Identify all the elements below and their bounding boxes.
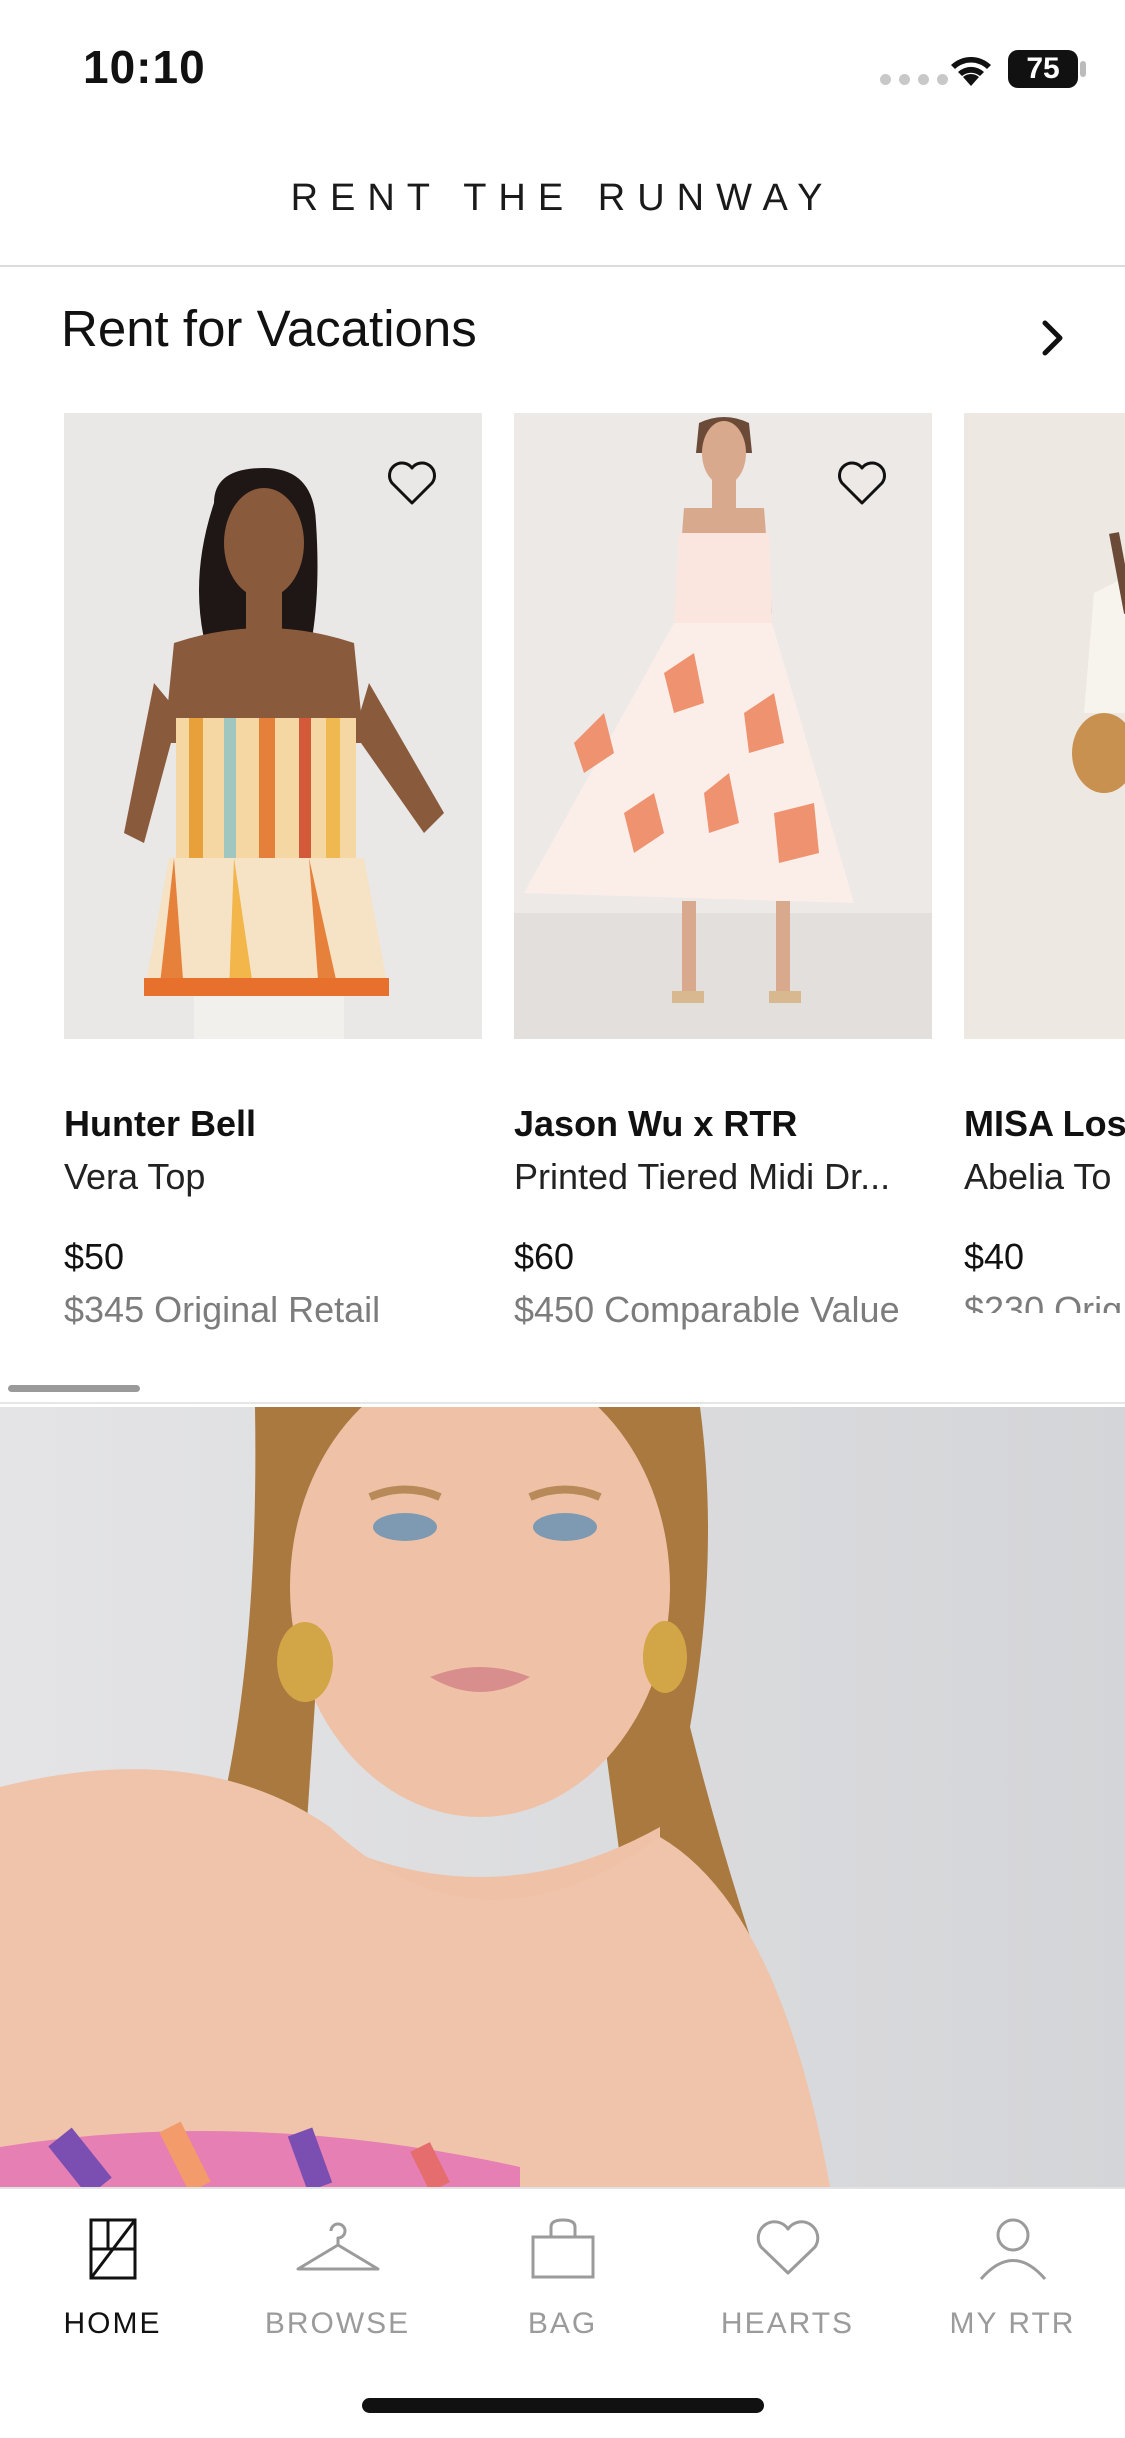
wifi-icon <box>951 57 991 86</box>
home-icon <box>89 2218 136 2280</box>
battery-cap <box>1080 61 1086 77</box>
section-title: Rent for Vacations <box>61 300 477 357</box>
product-brand: Jason Wu x RTR <box>514 1103 798 1144</box>
product-brand: Hunter Bell <box>64 1103 257 1144</box>
home-indicator[interactable] <box>362 2398 764 2413</box>
tab-my-rtr[interactable]: MY RTR <box>900 2207 1125 2357</box>
product-image[interactable] <box>514 413 932 1039</box>
product-image[interactable] <box>964 413 1125 1039</box>
brand-logo: RENT THE RUNWAY <box>290 177 835 219</box>
chevron-right-icon[interactable] <box>1040 318 1066 358</box>
product-brand: MISA Los <box>964 1103 1125 1144</box>
tab-label: MY RTR <box>949 2307 1076 2340</box>
product-name: Vera Top <box>64 1156 206 1197</box>
section-header[interactable]: Rent for Vacations <box>0 267 1125 397</box>
product-image[interactable] <box>64 413 482 1039</box>
hero-banner-image[interactable] <box>0 1407 1125 2187</box>
product-price: $60 <box>514 1236 575 1277</box>
tab-label: HOME <box>63 2307 162 2340</box>
app-header: RENT THE RUNWAY <box>0 135 1125 267</box>
cellular-signal-icon <box>880 74 948 85</box>
hero-portrait-illustration <box>0 1407 1125 2187</box>
tab-label: BROWSE <box>264 2307 411 2340</box>
person-icon <box>979 2218 1046 2280</box>
tab-hearts[interactable]: HEARTS <box>675 2207 900 2357</box>
tab-home[interactable]: HOME <box>0 2207 225 2357</box>
heart-icon <box>388 461 436 505</box>
tab-bag[interactable]: BAG <box>450 2207 675 2357</box>
section-divider <box>0 1402 1125 1404</box>
bag-icon <box>531 2218 594 2279</box>
tab-label: HEARTS <box>720 2307 855 2340</box>
model-illustration <box>964 413 1125 1039</box>
product-price: $50 <box>64 1236 125 1277</box>
product-name: Abelia To <box>964 1156 1112 1197</box>
product-price: $40 <box>964 1236 1025 1277</box>
horizontal-scroll-indicator <box>8 1385 140 1392</box>
status-time: 10:10 <box>83 41 206 93</box>
status-bar: 10:10 75 <box>0 0 1125 135</box>
product-retail-price: $345 Original Retail <box>64 1289 381 1330</box>
favorite-heart-button[interactable] <box>382 453 442 513</box>
battery-icon: 75 <box>1008 50 1078 88</box>
hanger-icon <box>296 2222 379 2271</box>
product-retail-price: $230 Orig <box>964 1289 1123 1313</box>
tab-label: BAG <box>527 2307 598 2340</box>
product-name: Printed Tiered Midi Dr... <box>514 1156 891 1197</box>
heart-icon <box>838 461 886 505</box>
product-card[interactable]: MISA Los Abelia To $40 $230 Orig <box>964 413 1125 1313</box>
heart-icon <box>756 2220 819 2275</box>
favorite-heart-button[interactable] <box>832 453 892 513</box>
tab-browse[interactable]: BROWSE <box>225 2207 450 2357</box>
product-retail-price: $450 Comparable Value <box>514 1289 900 1330</box>
